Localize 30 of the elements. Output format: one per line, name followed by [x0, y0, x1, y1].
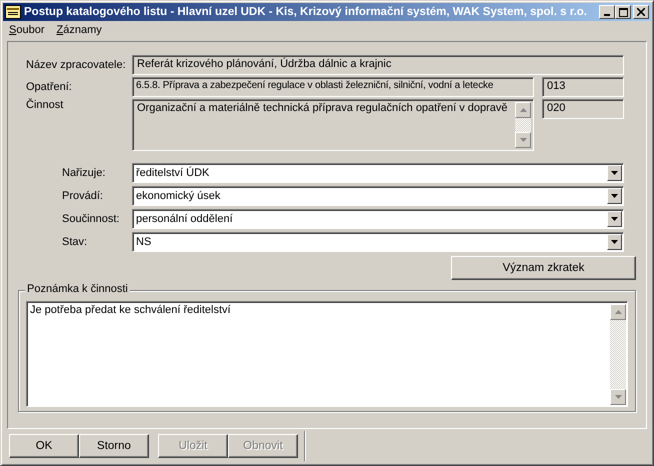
group-title: Poznámka k činnosti [25, 283, 130, 295]
close-button[interactable] [633, 5, 649, 19]
dropdown-field[interactable]: ekonomický úsek [132, 186, 624, 206]
field-label: Název zpracovatele: [26, 59, 127, 71]
menu-item[interactable]: Záznamy [56, 24, 102, 36]
window-title: Postup katalogového listu - Hlavní uzel UDK - Kis, Krizový informační systém, WAK System, spol. s r.o. [24, 6, 588, 18]
code-field: 020 [542, 99, 624, 119]
action-button[interactable]: OK [9, 434, 79, 458]
field-label: Činnost [26, 99, 64, 111]
dropdown-field[interactable]: NS [132, 232, 624, 252]
dropdown-field[interactable]: personální oddělení [132, 209, 624, 229]
field-label: Provádí: [62, 190, 104, 202]
processor-field: Referát krizového plánování, Údržba dálnic a krajnic [132, 55, 624, 75]
note-field[interactable]: Je potřeba předat ke schválení ředitelství [26, 301, 628, 407]
legend-button[interactable]: Význam zkratek [451, 256, 636, 280]
minimize-button[interactable] [599, 5, 615, 19]
dropdown-field[interactable]: ředitelství ÚDK [132, 163, 624, 183]
activity-text: Organizační a materiálně technická příprava regulačních opatření v dopravě [137, 102, 509, 116]
action-button[interactable]: Storno [79, 434, 149, 458]
measure-field: 6.5.8. Příprava a zabezpečení regulace v oblasti železniční, silniční, vodní a letecke [132, 77, 534, 97]
field-label: Nařizuje: [62, 167, 106, 179]
field-label: Stav: [62, 236, 88, 248]
field-label: Opatření: [26, 81, 73, 93]
code-field: 013 [542, 77, 624, 97]
maximize-icon[interactable] [618, 8, 628, 16]
maximize-button[interactable] [615, 5, 631, 19]
close-icon[interactable] [637, 8, 645, 16]
field-label: Součinnost: [62, 213, 120, 225]
menu-item[interactable]: Soubor [9, 24, 44, 36]
window-icon [5, 5, 21, 19]
